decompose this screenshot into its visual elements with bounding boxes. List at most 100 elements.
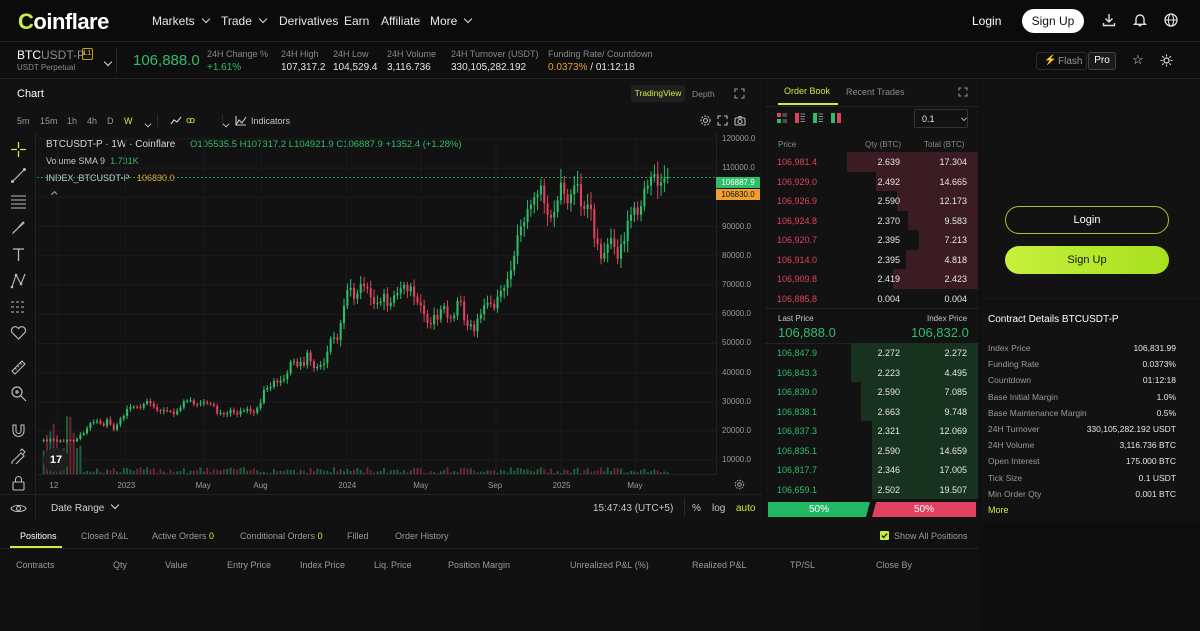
lock-icon[interactable] [10, 474, 27, 491]
download-icon[interactable] [1102, 13, 1116, 27]
both-sides-icon[interactable] [777, 113, 787, 123]
login-link[interactable]: Login [972, 14, 1001, 28]
show-all-checkbox[interactable] [880, 531, 889, 540]
bid-row[interactable]: 106,817.7 2.346 17.005 [766, 460, 978, 480]
nav-trade[interactable]: Trade [221, 14, 268, 28]
text-tool-icon[interactable] [10, 246, 27, 263]
ask-row[interactable]: 106,909.8 2.419 2.423 [766, 269, 978, 289]
timeframe-d[interactable]: D [107, 116, 114, 126]
bid-row[interactable]: 106,839.0 2.590 7.085 [766, 382, 978, 402]
pro-mode-button[interactable]: Pro [1088, 52, 1116, 70]
nav-affiliate[interactable]: Affiliate [381, 14, 420, 28]
tab-tradingview[interactable]: TradingView [631, 85, 685, 102]
percent-toggle[interactable]: % [692, 503, 701, 514]
nav-derivatives[interactable]: Derivatives [279, 14, 338, 28]
login-button[interactable]: Login [1005, 206, 1169, 234]
bid-row[interactable]: 106,847.9 2.272 2.272 [766, 343, 978, 363]
pattern-icon[interactable] [10, 272, 27, 289]
magnet-icon[interactable] [10, 421, 27, 438]
ask-row[interactable]: 106,924.8 2.370 9.583 [766, 210, 978, 230]
gear-icon[interactable] [734, 479, 745, 490]
candle-body [259, 402, 262, 408]
nav-earn[interactable]: Earn [344, 14, 369, 28]
nav-markets[interactable]: Markets [152, 14, 210, 28]
globe-icon[interactable] [1164, 13, 1178, 27]
col-liq-price[interactable]: Liq. Price [374, 560, 412, 570]
eye-icon[interactable] [10, 500, 27, 517]
fullscreen-icon[interactable] [717, 115, 728, 126]
heart-icon[interactable] [10, 324, 27, 341]
ask-row[interactable]: 106,926.9 2.590 12.173 [766, 191, 978, 211]
tab-recent-trades[interactable]: Recent Trades [846, 87, 905, 97]
timeframe-1h[interactable]: 1h [67, 116, 77, 126]
tab-filled[interactable]: Filled [347, 531, 369, 541]
bell-icon[interactable] [1133, 12, 1147, 27]
tab-order-book[interactable]: Order Book [784, 86, 830, 96]
tab-order-history[interactable]: Order History [395, 531, 449, 541]
col-position-margin[interactable]: Position Margin [448, 560, 510, 570]
chart-type-icon[interactable] [170, 116, 182, 125]
indicators-icon[interactable] [235, 115, 247, 126]
symbol-selector[interactable]: BTCUSDT-P [17, 48, 85, 62]
ask-row[interactable]: 106,920.7 2.395 7.213 [766, 230, 978, 250]
show-all-label[interactable]: Show All Positions [894, 531, 968, 541]
bid-row[interactable]: 106,838.1 2.663 9.748 [766, 401, 978, 421]
signup-button[interactable]: Sign Up [1022, 9, 1084, 33]
camera-icon[interactable] [734, 115, 746, 126]
tab-conditional-orders[interactable]: Conditional Orders 0 [240, 531, 323, 541]
candle-body [349, 287, 352, 290]
ask-row[interactable]: 106,914.0 2.395 4.818 [766, 249, 978, 269]
sun-icon[interactable] [1160, 54, 1173, 67]
star-icon[interactable]: ☆ [1132, 52, 1144, 68]
timeframe-15m[interactable]: 15m [40, 116, 58, 126]
compare-icon[interactable]: ꝏ [186, 115, 195, 126]
candle-body [232, 409, 235, 413]
timeframe-5m[interactable]: 5m [17, 116, 30, 126]
chevron-down-icon [201, 14, 210, 24]
expand-icon[interactable] [958, 87, 968, 97]
tab-positions[interactable]: Positions [20, 531, 57, 541]
date-range-selector[interactable]: Date Range [51, 500, 120, 514]
bid-row[interactable]: 106,843.3 2.223 4.495 [766, 362, 978, 382]
expand-icon[interactable] [734, 88, 745, 99]
volume-bar [79, 445, 82, 475]
bid-row[interactable]: 106,659.1 2.502 19.507 [766, 479, 978, 499]
brush-icon[interactable] [10, 219, 27, 236]
prediction-icon[interactable] [10, 298, 27, 315]
bid-row[interactable]: 106,837.3 2.321 12.069 [766, 421, 978, 441]
col-realized-pnl[interactable]: Realized P&L [692, 560, 747, 570]
ask-row[interactable]: 106,981.4 2.639 17.304 [766, 152, 978, 172]
indicators-button[interactable]: Indicators [251, 116, 290, 126]
bids-only-icon[interactable] [813, 113, 823, 123]
tab-active-orders[interactable]: Active Orders 0 [152, 531, 214, 541]
more-link[interactable]: More [988, 505, 1009, 515]
crosshair-icon[interactable] [10, 141, 27, 158]
nav-more[interactable]: More [430, 14, 473, 28]
tradingview-logo[interactable]: 17 [43, 448, 69, 472]
brand-logo[interactable]: Coinflare [18, 9, 109, 35]
ask-row[interactable]: 106,885.8 0.004 0.004 [766, 289, 978, 309]
ruler-icon[interactable] [10, 359, 27, 376]
log-toggle[interactable]: log [712, 503, 725, 514]
ask-row[interactable]: 106,929.0 2.492 14.665 [766, 171, 978, 191]
ask-price: 106,885.8 [777, 293, 818, 304]
zoom-in-icon[interactable] [10, 385, 27, 402]
settings-icon[interactable] [700, 115, 711, 126]
bid-row[interactable]: 106,835.1 2.590 14.659 [766, 440, 978, 460]
price-chart[interactable] [37, 133, 717, 475]
tab-closed-pnl[interactable]: Closed P&L [81, 531, 129, 541]
timeframe-4h[interactable]: 4h [87, 116, 97, 126]
signup-main-button[interactable]: Sign Up [1005, 246, 1169, 274]
flash-mode-button[interactable]: ⚡ Flash [1036, 52, 1087, 70]
candle-body [282, 379, 285, 381]
fib-icon[interactable] [10, 193, 27, 210]
timeframe-w[interactable]: W [124, 116, 133, 126]
chevron-down-icon[interactable] [103, 57, 113, 67]
trendline-icon[interactable] [10, 167, 27, 184]
auto-toggle[interactable]: auto [736, 503, 755, 514]
tab-depth[interactable]: Depth [692, 89, 715, 99]
precision-select[interactable]: 0.1 [914, 109, 968, 128]
asks-only-icon[interactable] [795, 113, 805, 123]
draw-mode-icon[interactable] [10, 447, 27, 464]
split-view-icon[interactable] [831, 113, 841, 123]
